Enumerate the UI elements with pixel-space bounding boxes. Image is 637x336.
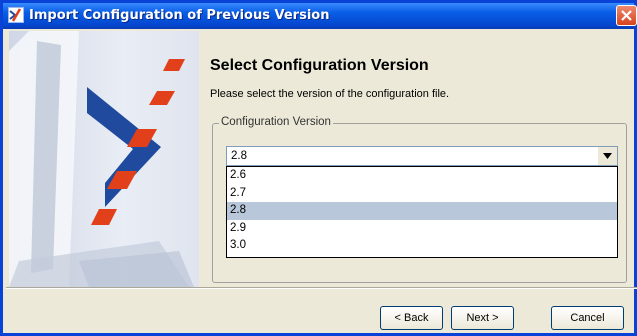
title-bar[interactable]: Import Configuration of Previous Version	[3, 3, 637, 29]
instruction-text: Please select the version of the configu…	[210, 88, 450, 100]
option-2-6[interactable]: 2.6	[227, 167, 617, 185]
wizard-content: Select Configuration Version Please sele…	[199, 29, 634, 287]
option-2-9[interactable]: 2.9	[227, 220, 617, 238]
cancel-button[interactable]: Cancel	[551, 306, 624, 330]
chevron-down-icon[interactable]	[598, 147, 617, 165]
page-title: Select Configuration Version	[210, 57, 429, 74]
version-dropdown-list[interactable]: 2.6 2.7 2.8 2.9 3.0	[226, 166, 618, 258]
close-icon[interactable]	[616, 5, 637, 26]
group-label: Configuration Version	[219, 116, 333, 128]
option-2-8[interactable]: 2.8	[227, 202, 617, 220]
option-3-0[interactable]: 3.0	[227, 237, 617, 255]
back-button[interactable]: < Back	[380, 306, 443, 330]
configuration-version-group: Configuration Version 2.8 2.6 2.7 2.8 2.…	[212, 116, 627, 283]
next-button[interactable]: Next >	[451, 306, 514, 330]
version-combobox[interactable]: 2.8	[226, 146, 618, 166]
option-2-7[interactable]: 2.7	[227, 185, 617, 203]
window-title: Import Configuration of Previous Version	[29, 8, 330, 23]
button-divider	[6, 287, 637, 289]
combo-selected-value: 2.8	[231, 150, 247, 162]
wizard-banner-image	[9, 31, 199, 287]
dialog-window: Import Configuration of Previous Version…	[0, 0, 637, 336]
x-logo-icon	[8, 7, 24, 23]
